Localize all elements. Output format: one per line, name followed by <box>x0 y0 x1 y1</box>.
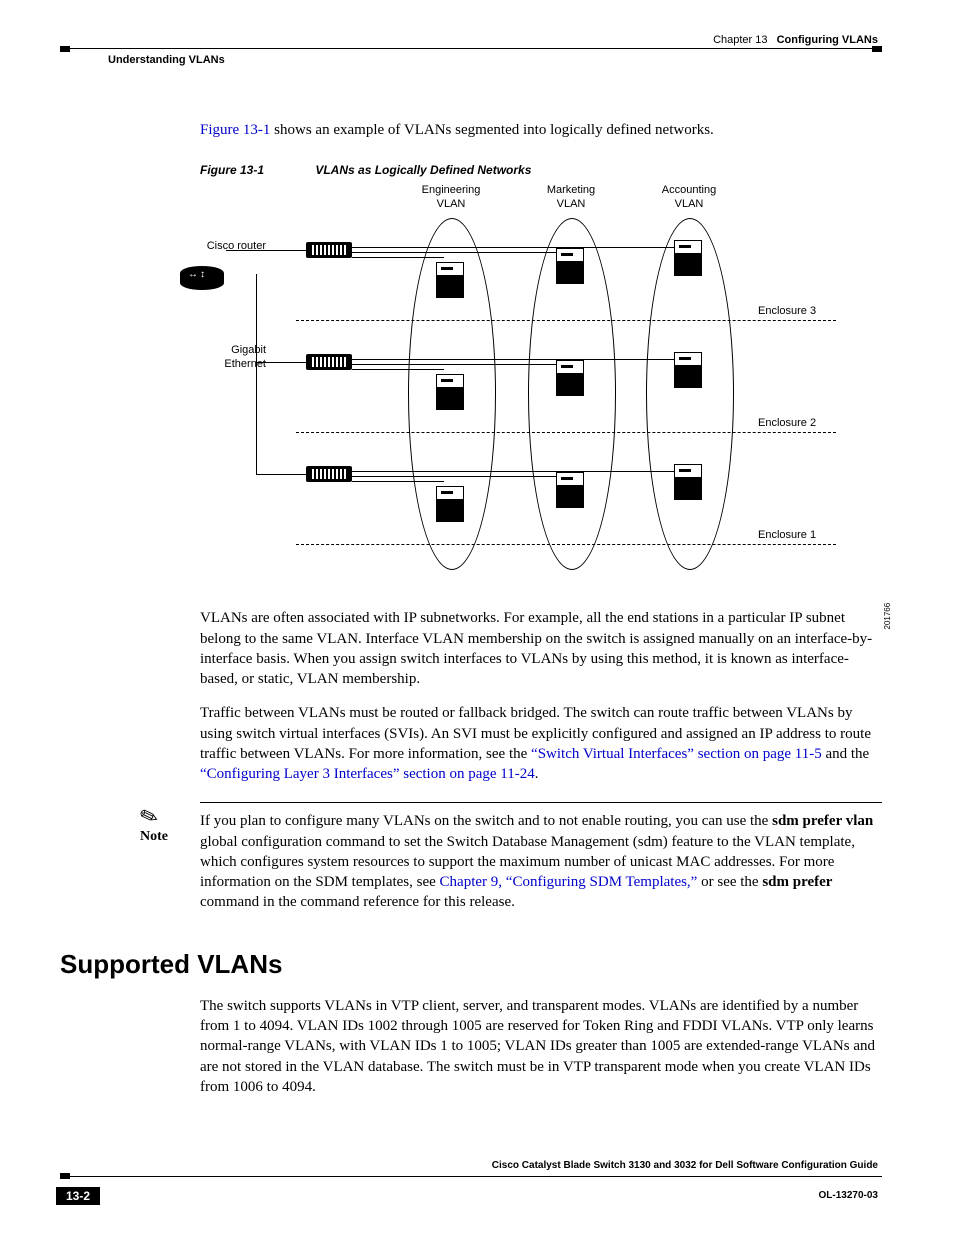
link-line <box>226 250 306 251</box>
paragraph-subnetworks: VLANs are often associated with IP subne… <box>200 608 882 689</box>
chapter-prefix: Chapter 13 <box>713 34 767 46</box>
link-line <box>352 252 564 253</box>
enclosure-divider <box>296 432 836 433</box>
link-line <box>352 476 564 477</box>
text: . <box>535 766 539 782</box>
header-rule <box>62 48 882 49</box>
label-accounting: AccountingVLAN <box>644 184 734 210</box>
switch-icon <box>306 354 352 370</box>
footer-rule <box>62 1176 882 1177</box>
link-line <box>256 474 306 475</box>
content: Figure 13-1 shows an example of VLANs se… <box>200 120 882 1097</box>
sdm-chapter-link[interactable]: Chapter 9, “Configuring SDM Templates,” <box>440 874 698 890</box>
label-enclosure-1: Enclosure 1 <box>758 528 816 543</box>
label-cisco-router: Cisco router <box>186 240 266 253</box>
cmd-sdm-prefer-vlan: sdm prefer vlan <box>772 813 873 829</box>
server-icon <box>674 464 702 500</box>
link-line <box>352 257 444 258</box>
paragraph-supported: The switch supports VLANs in VTP client,… <box>200 996 882 1097</box>
link-line <box>352 369 444 370</box>
note-text: or see the <box>697 874 762 890</box>
footer-page-number: 13-2 <box>56 1187 100 1205</box>
image-number: 201766 <box>883 602 894 629</box>
label-enclosure-3: Enclosure 3 <box>758 304 816 319</box>
server-icon <box>436 486 464 522</box>
l3-link[interactable]: “Configuring Layer 3 Interfaces” section… <box>200 766 535 782</box>
server-icon <box>556 360 584 396</box>
figure-id: Figure 13-1 <box>200 162 312 178</box>
server-icon <box>436 262 464 298</box>
svi-link[interactable]: “Switch Virtual Interfaces” section on p… <box>531 746 822 762</box>
server-icon <box>436 374 464 410</box>
text: and the <box>822 746 869 762</box>
label-engineering: EngineeringVLAN <box>406 184 496 210</box>
link-line <box>352 359 684 360</box>
server-icon <box>674 240 702 276</box>
intro-text: shows an example of VLANs segmented into… <box>270 122 713 138</box>
server-icon <box>674 352 702 388</box>
header-right: Chapter 13 Configuring VLANs <box>713 34 878 46</box>
paragraph-routing: Traffic between VLANs must be routed or … <box>200 703 882 784</box>
figure-diagram: EngineeringVLAN MarketingVLAN Accounting… <box>196 184 876 594</box>
cmd-sdm-prefer: sdm prefer <box>762 874 832 890</box>
figure-title: VLANs as Logically Defined Networks <box>315 163 531 177</box>
link-line <box>352 471 684 472</box>
intro-paragraph: Figure 13-1 shows an example of VLANs se… <box>200 120 882 140</box>
note-block: ✎ Note If you plan to configure many VLA… <box>140 802 882 912</box>
header-bar-right <box>872 46 882 52</box>
figure-caption: Figure 13-1 VLANs as Logically Defined N… <box>200 162 882 178</box>
footer-title: Cisco Catalyst Blade Switch 3130 and 303… <box>492 1160 878 1171</box>
server-icon <box>556 248 584 284</box>
footer-bar <box>60 1173 70 1179</box>
label-marketing: MarketingVLAN <box>526 184 616 210</box>
figure-ref-link[interactable]: Figure 13-1 <box>200 122 270 138</box>
header-bar-left <box>60 46 70 52</box>
note-label: Note <box>140 828 168 847</box>
switch-icon <box>306 466 352 482</box>
page: Chapter 13 Configuring VLANs Understandi… <box>0 0 954 1235</box>
note-text: If you plan to configure many VLANs on t… <box>200 813 772 829</box>
chapter-title: Configuring VLANs <box>777 34 878 46</box>
link-line <box>352 481 444 482</box>
link-line <box>256 362 257 474</box>
server-icon <box>556 472 584 508</box>
link-line <box>352 247 684 248</box>
enclosure-divider <box>296 544 836 545</box>
link-line <box>352 364 564 365</box>
heading-supported-vlans: Supported VLANs <box>60 947 882 982</box>
link-line <box>256 274 257 362</box>
header-left: Understanding VLANs <box>108 54 225 66</box>
link-line <box>256 362 306 363</box>
enclosure-divider <box>296 320 836 321</box>
label-enclosure-2: Enclosure 2 <box>758 416 816 431</box>
label-gigabit-ethernet: GigabitEthernet <box>186 344 266 370</box>
note-rule <box>200 802 882 803</box>
router-icon: ↔↕ <box>180 256 224 288</box>
footer-doc-id: OL-13270-03 <box>819 1190 878 1201</box>
note-text: command in the command reference for thi… <box>200 894 515 910</box>
switch-icon <box>306 242 352 258</box>
